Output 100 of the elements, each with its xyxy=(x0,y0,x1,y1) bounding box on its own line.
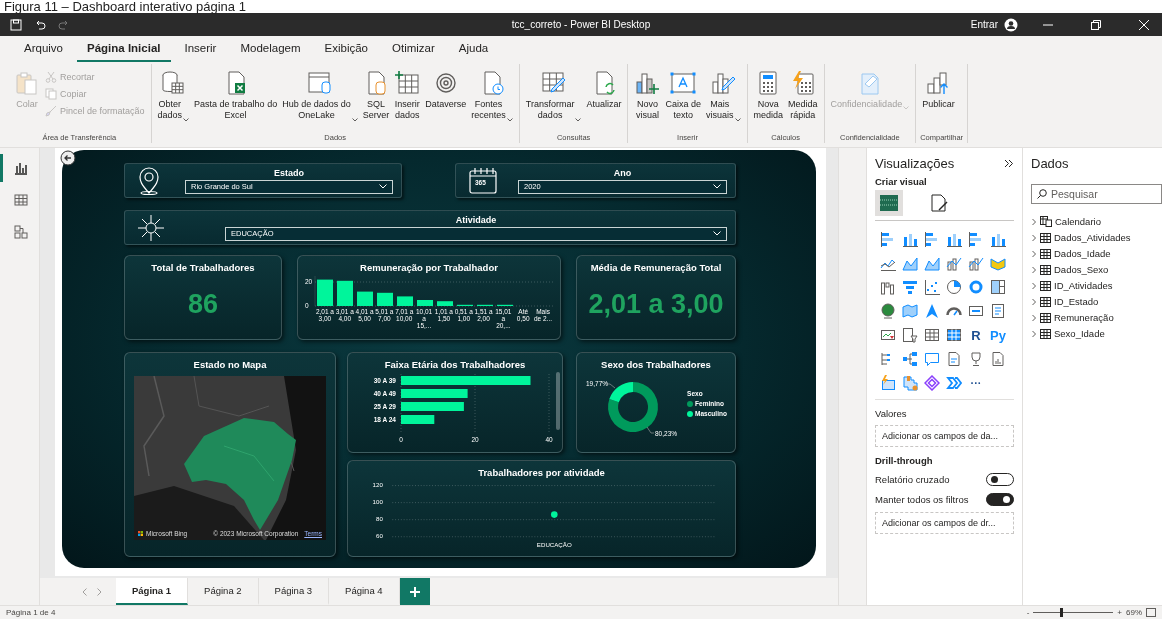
ribbon-chart-icon xyxy=(990,255,1006,271)
table-item[interactable]: Calendario xyxy=(1031,216,1152,227)
ribbon-button[interactable]: Inserir dados xyxy=(392,68,423,124)
slicer-title: Ano xyxy=(613,167,632,178)
card-title: Remuneração por Trabalhador xyxy=(360,262,498,273)
matrix-icon xyxy=(946,327,962,343)
table-icon xyxy=(1040,280,1051,291)
map-icon xyxy=(902,303,918,319)
chevron-down-icon xyxy=(351,117,358,122)
area-chart-icon xyxy=(902,255,918,271)
double-chevron-right-icon[interactable] xyxy=(1004,158,1014,168)
menu-tab[interactable]: Ajuda xyxy=(448,40,499,62)
table-plus-icon xyxy=(394,70,421,96)
table-pencil-icon xyxy=(540,70,567,96)
plus-icon xyxy=(409,586,420,597)
visual-type-button[interactable] xyxy=(899,301,921,321)
build-tab[interactable] xyxy=(875,190,903,216)
menu-tab[interactable]: Otimizar xyxy=(382,40,445,62)
bar-chart-plus-icon xyxy=(634,70,661,96)
menu-tab[interactable]: Arquivo xyxy=(14,40,73,62)
visual-type-button[interactable]: R xyxy=(965,325,987,345)
zoom-out-button[interactable]: - xyxy=(1026,608,1030,617)
ribbon-button[interactable]: Mais visuais xyxy=(704,68,743,124)
drop-zone[interactable]: Adicionar os campos de dr... xyxy=(875,512,1014,534)
menu-tab[interactable]: Inserir xyxy=(174,40,227,62)
ribbon-button[interactable]: Transformar dados xyxy=(523,68,584,124)
pane-title: Dados xyxy=(1031,155,1069,171)
toggle-switch[interactable] xyxy=(986,493,1014,506)
table-item[interactable]: Dados_Idade xyxy=(1031,248,1152,259)
chevron-down-icon xyxy=(506,117,513,122)
visual-type-button[interactable] xyxy=(921,373,943,393)
lightning-card-icon xyxy=(880,375,896,391)
card-title: Total de Trabalhadores xyxy=(151,262,255,273)
close-icon xyxy=(1139,19,1149,30)
chevrons-icon xyxy=(946,375,962,391)
ribbon-button[interactable]: SQL Server xyxy=(360,68,392,124)
zoom-thumb[interactable] xyxy=(1060,608,1064,617)
copy-icon xyxy=(45,88,57,100)
column-chart-icon xyxy=(902,231,918,247)
bar xyxy=(437,301,453,306)
leader-line xyxy=(646,426,655,434)
ribbon-button[interactable]: Dataverse xyxy=(423,68,469,113)
puzzle-icon xyxy=(902,375,918,391)
ribbon-button[interactable]: Atualizar xyxy=(584,68,624,113)
table-icon xyxy=(14,193,28,207)
menu-tab[interactable]: Modelagem xyxy=(230,40,311,62)
table-item[interactable]: ID_Estado xyxy=(1031,296,1152,307)
bar xyxy=(357,291,373,306)
ribbon-button[interactable]: Fontes recentes xyxy=(469,68,515,124)
visual-type-button[interactable]: ··· xyxy=(965,373,987,393)
search-icon xyxy=(1037,189,1047,199)
ribbon-button[interactable]: Medida rápida xyxy=(786,68,820,124)
ribbon-button[interactable]: Hub de dados do OneLake xyxy=(280,68,360,124)
card-title: Faixa Etária dos Trabalhadores xyxy=(384,359,526,370)
ribbon-button[interactable]: Nova medida xyxy=(751,68,786,124)
fit-page-icon[interactable] xyxy=(1146,608,1156,617)
card-title: Estado no Mapa xyxy=(193,359,267,370)
ribbon-button[interactable]: Publicar xyxy=(920,68,957,113)
ribbon-button[interactable]: Novo visual xyxy=(632,68,663,124)
table-item[interactable]: Sexo_Idade xyxy=(1031,328,1152,339)
windows-logo-icon xyxy=(138,531,143,536)
page-tab[interactable]: Página 1 xyxy=(116,578,189,605)
zoom-in-button[interactable]: + xyxy=(1117,608,1122,617)
add-page-button[interactable] xyxy=(399,578,430,605)
sign-in-button[interactable]: Entrar xyxy=(970,17,1018,32)
table-item[interactable]: Dados_Atividades xyxy=(1031,232,1152,243)
figure-caption: Figura 11 – Dashboard interativo página 1 xyxy=(3,0,247,13)
area-chart-icon xyxy=(924,255,940,271)
table-icon xyxy=(879,194,899,212)
drop-zone[interactable]: Adicionar os campos de da... xyxy=(875,425,1014,447)
kpi-value: 86 xyxy=(187,289,218,320)
funnel-icon xyxy=(902,279,918,295)
toggle-switch[interactable] xyxy=(986,473,1014,486)
combo-chart-icon xyxy=(946,255,962,271)
ribbon-button[interactable]: Obter dados xyxy=(155,68,192,124)
save-icon[interactable] xyxy=(10,18,22,31)
menu-tab[interactable]: Exibição xyxy=(314,40,378,62)
search-field[interactable]: Pesquisar xyxy=(1031,184,1162,204)
map-pin-icon xyxy=(137,166,161,195)
scatter-chart-icon xyxy=(924,279,940,295)
column-chart-icon xyxy=(946,231,962,247)
list-card-icon xyxy=(990,303,1006,319)
table-icon xyxy=(1040,232,1051,243)
back-button[interactable] xyxy=(60,150,76,166)
hierarchy-icon xyxy=(902,351,918,367)
scrollbar[interactable] xyxy=(555,372,560,430)
window-database-icon xyxy=(306,70,333,96)
kpi-value: 2,01 a 3,00 xyxy=(588,289,724,320)
table-item[interactable]: Remuneração xyxy=(1031,312,1152,323)
window-title: tcc_correto - Power BI Desktop xyxy=(511,19,651,30)
report-page-icon xyxy=(990,351,1006,367)
ribbon-button[interactable]: Caixa de texto xyxy=(663,68,703,124)
table-item[interactable]: ID_Atividades xyxy=(1031,280,1152,291)
pie-chart-icon xyxy=(946,279,962,295)
speech-bubble-icon xyxy=(924,351,940,367)
leader-line xyxy=(606,383,616,389)
ribbon-button[interactable]: Pasta de trabalho do Excel xyxy=(192,68,280,124)
table-item[interactable]: Dados_Sexo xyxy=(1031,264,1152,275)
undo-icon[interactable] xyxy=(34,18,46,31)
scissors-icon xyxy=(45,71,57,83)
